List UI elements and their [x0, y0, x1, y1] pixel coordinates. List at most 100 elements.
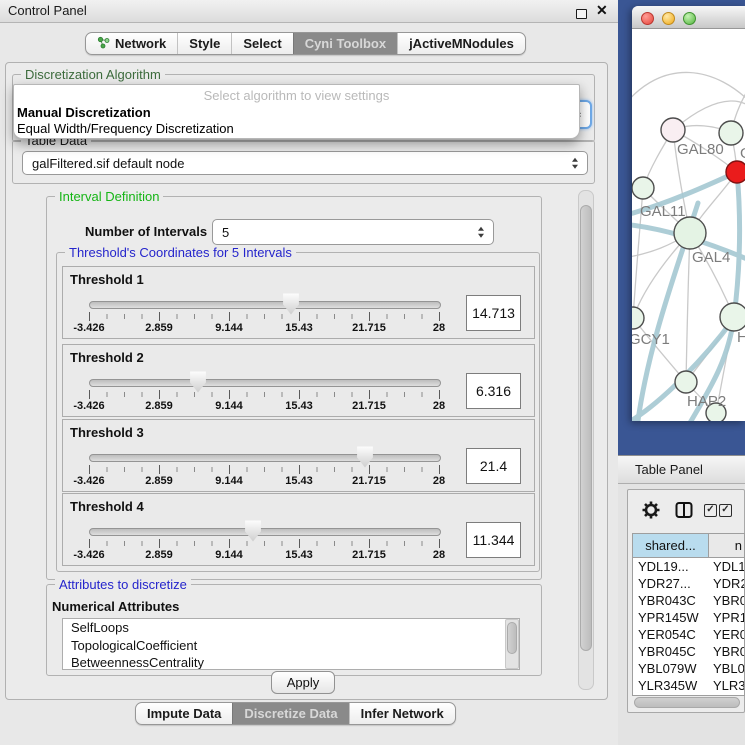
- cell-name[interactable]: YLR3: [708, 677, 744, 694]
- table-row[interactable]: YBR043C YBR0: [633, 592, 744, 609]
- cell-name[interactable]: YIL0: [708, 694, 744, 696]
- cell-shared-name[interactable]: YBR043C: [633, 592, 708, 609]
- number-of-intervals-combobox[interactable]: 5: [212, 219, 494, 245]
- apply-button[interactable]: Apply: [271, 671, 335, 694]
- cell-name[interactable]: YBR0: [708, 592, 744, 609]
- table-horizontal-scrollbar-thumb[interactable]: [634, 697, 740, 708]
- tab-jactivemnodules-label: jActiveMNodules: [409, 36, 514, 51]
- zoom-traffic-light-icon[interactable]: [683, 12, 696, 25]
- checked-checkbox-icon[interactable]: ✓: [704, 504, 717, 517]
- table-panel-title: Table Panel: [635, 462, 703, 477]
- cell-shared-name[interactable]: YIL052C: [633, 694, 708, 696]
- tab-network[interactable]: Network: [86, 33, 177, 54]
- tick-label: 15.43: [272, 322, 326, 334]
- node-gcy1[interactable]: [632, 307, 644, 329]
- tick-label: 9.144: [202, 322, 256, 334]
- tab-infer-network-label: Infer Network: [361, 706, 444, 721]
- combo-arrows-icon: [572, 158, 578, 169]
- attributes-scrollbar[interactable]: [505, 619, 519, 669]
- cell-name[interactable]: YER0: [708, 626, 744, 643]
- tick-label: -3.426: [62, 400, 116, 412]
- node-h[interactable]: [720, 303, 745, 331]
- tab-impute-data[interactable]: Impute Data: [136, 703, 232, 724]
- tab-discretize-data-label: Discretize Data: [244, 706, 337, 721]
- tab-style[interactable]: Style: [177, 33, 231, 54]
- table-row[interactable]: YBR045C YBR0: [633, 643, 744, 660]
- threshold-4-label: Threshold 4: [70, 499, 144, 514]
- threshold-3-label: Threshold 3: [70, 425, 144, 440]
- cell-shared-name[interactable]: YLR345W: [633, 677, 708, 694]
- tick-label: 9.144: [202, 475, 256, 487]
- cell-name[interactable]: YDL1: [708, 558, 744, 575]
- cell-shared-name[interactable]: YBR045C: [633, 643, 708, 660]
- threshold-1-value-field[interactable]: 14.713: [466, 295, 521, 331]
- node-gal4[interactable]: [674, 217, 706, 249]
- checked-checkbox-icon[interactable]: ✓: [719, 504, 732, 517]
- table-row[interactable]: YPR145W YPR1: [633, 609, 744, 626]
- node-hap2[interactable]: [675, 371, 697, 393]
- list-item[interactable]: SelfLoops: [63, 619, 519, 637]
- threshold-2-slider-track[interactable]: [89, 379, 441, 387]
- tick-label: 21.715: [342, 549, 396, 561]
- popup-item-equal-width[interactable]: Equal Width/Frequency Discretization: [17, 121, 234, 136]
- tick-label: 2.859: [132, 549, 186, 561]
- list-item[interactable]: TopologicalCoefficient: [63, 637, 519, 655]
- cell-name[interactable]: YPR1: [708, 609, 744, 626]
- threshold-1-slider-track[interactable]: [89, 301, 441, 309]
- node-gal11[interactable]: [632, 177, 654, 199]
- cell-shared-name[interactable]: YBL079W: [633, 660, 708, 677]
- tab-infer-network[interactable]: Infer Network: [349, 703, 455, 724]
- tick-label: 9.144: [202, 549, 256, 561]
- threshold-4-slider-track[interactable]: [89, 528, 441, 536]
- tab-discretize-data[interactable]: Discretize Data: [232, 703, 348, 724]
- table-data-combobox[interactable]: galFiltered.sif default node: [22, 151, 588, 175]
- cell-shared-name[interactable]: YER054C: [633, 626, 708, 643]
- list-item[interactable]: BetweennessCentrality: [63, 654, 519, 670]
- threshold-4-value-field[interactable]: 11.344: [466, 522, 521, 558]
- table-row[interactable]: YER054C YER0: [633, 626, 744, 643]
- threshold-3-value-field[interactable]: 21.4: [466, 448, 521, 484]
- column-layout-icon[interactable]: [674, 500, 694, 525]
- application-window: Control Panel ✕ Network Style: [0, 0, 745, 745]
- close-icon[interactable]: ✕: [596, 2, 608, 19]
- cell-name[interactable]: YBL0: [708, 660, 744, 677]
- float-window-icon[interactable]: [576, 9, 587, 19]
- settings-scrollbar-thumb[interactable]: [580, 205, 592, 651]
- column-header-shared-name[interactable]: shared...: [633, 534, 709, 557]
- close-traffic-light-icon[interactable]: [641, 12, 654, 25]
- attributes-scrollbar-thumb[interactable]: [507, 622, 517, 654]
- settings-scrollbar[interactable]: [578, 190, 594, 690]
- table-panel: ✓ ✓ shared... n YDL19... YDL1 YDR27... Y…: [627, 489, 745, 713]
- tick-label: -3.426: [62, 549, 116, 561]
- tick-label: 21.715: [342, 400, 396, 412]
- node-attribute-table[interactable]: shared... n YDL19... YDL1 YDR27... YDR2 …: [632, 533, 745, 696]
- popup-item-manual-discretization[interactable]: Manual Discretization: [17, 105, 151, 120]
- gear-icon[interactable]: [641, 500, 661, 525]
- threshold-3-scale: -3.426 2.859 9.144 15.43 21.715 28: [89, 475, 440, 487]
- cell-shared-name[interactable]: YDR27...: [633, 575, 708, 592]
- table-row[interactable]: YDL19... YDL1: [633, 558, 744, 575]
- numerical-attributes-list[interactable]: SelfLoops TopologicalCoefficient Between…: [62, 618, 520, 670]
- table-row[interactable]: YBL079W YBL0: [633, 660, 744, 677]
- cell-shared-name[interactable]: YDL19...: [633, 558, 708, 575]
- column-header-name[interactable]: n: [709, 534, 744, 557]
- cell-name[interactable]: YBR0: [708, 643, 744, 660]
- tab-jactivemnodules[interactable]: jActiveMNodules: [397, 33, 525, 54]
- table-row[interactable]: YIL052C YIL0: [633, 694, 744, 696]
- cell-name[interactable]: YDR2: [708, 575, 744, 592]
- table-row[interactable]: YDR27... YDR2: [633, 575, 744, 592]
- node-gal80[interactable]: [661, 118, 685, 142]
- threshold-2-value-field[interactable]: 6.316: [466, 373, 521, 409]
- network-window-titlebar[interactable]: [632, 6, 745, 29]
- network-view-window[interactable]: GAL80 G. C GAL11 GAL4 GCY1 H HAP2: [632, 6, 745, 421]
- threshold-2-panel: Threshold 2 -3.426 2.859 9.144 15.43 21.…: [62, 344, 535, 417]
- table-row[interactable]: YLR345W YLR3: [633, 677, 744, 694]
- threshold-3-slider-track[interactable]: [89, 454, 441, 462]
- node-red[interactable]: [726, 161, 745, 183]
- tab-network-label: Network: [115, 36, 166, 51]
- tab-cyni-toolbox[interactable]: Cyni Toolbox: [293, 33, 397, 54]
- minimize-traffic-light-icon[interactable]: [662, 12, 675, 25]
- cell-shared-name[interactable]: YPR145W: [633, 609, 708, 626]
- network-graph-canvas[interactable]: GAL80 G. C GAL11 GAL4 GCY1 H HAP2: [632, 28, 745, 421]
- tab-select[interactable]: Select: [231, 33, 292, 54]
